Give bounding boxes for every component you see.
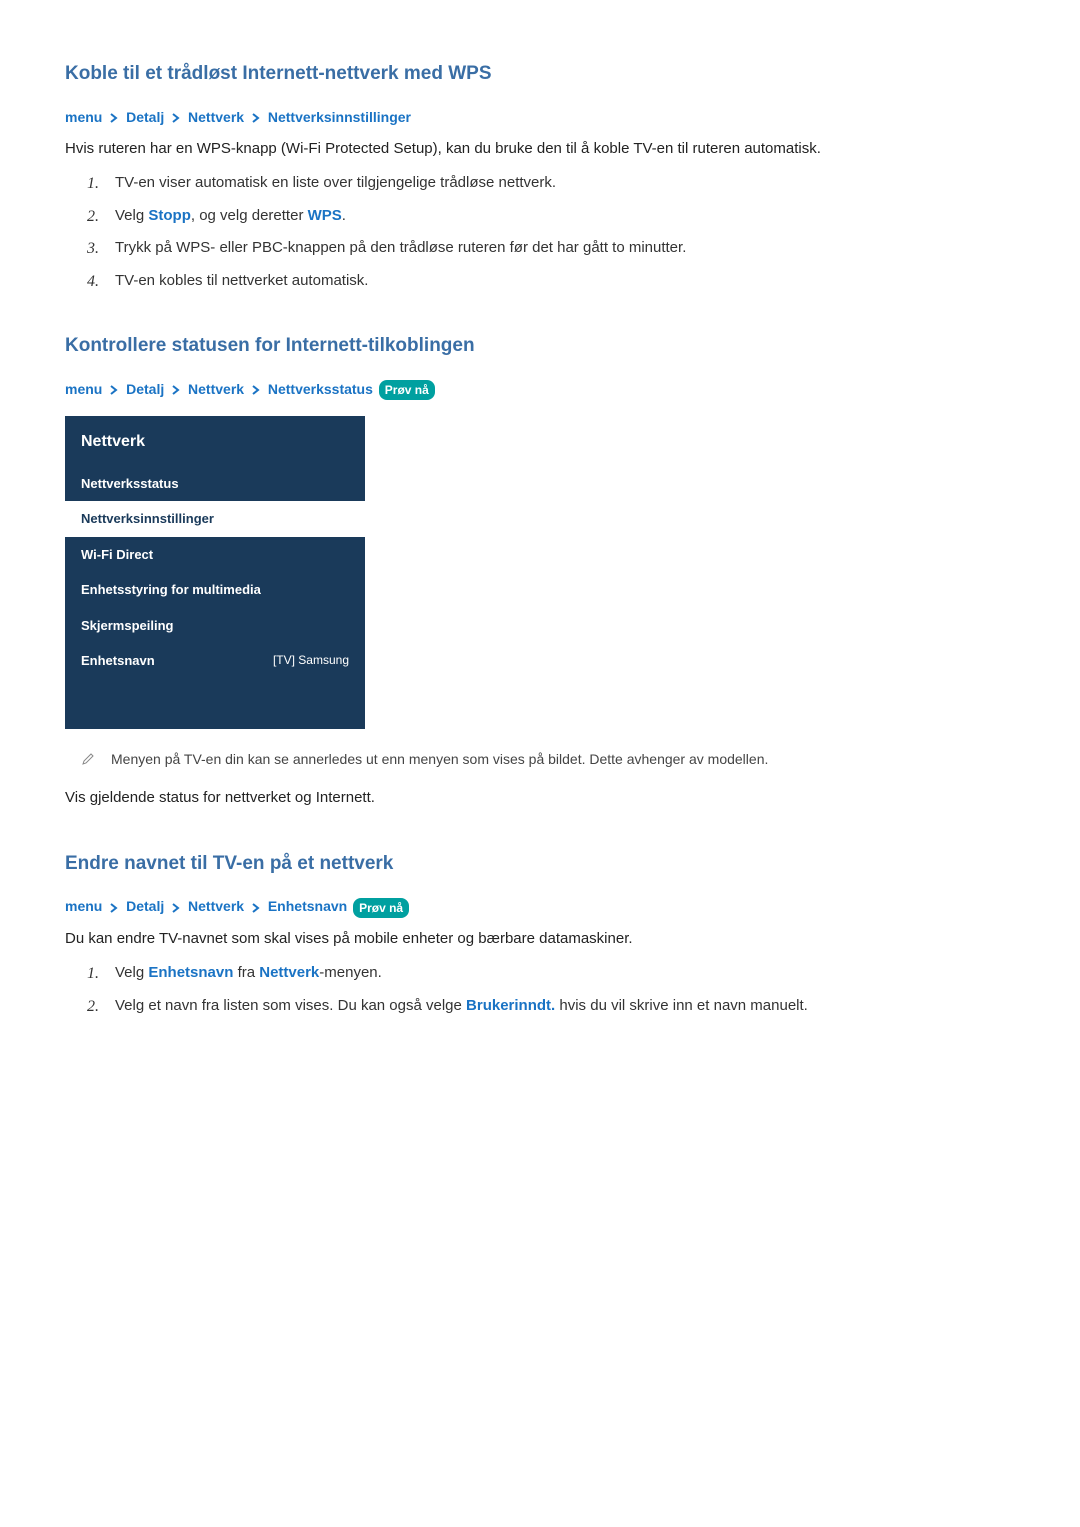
step-text: hvis du vil skrive inn et navn manuelt.	[555, 997, 808, 1014]
section-status: Kontrollere statusen for Internett-tilko…	[65, 332, 1015, 810]
list-item: 2. Velg Stopp, og velg deretter WPS.	[95, 205, 1015, 228]
chevron-right-icon	[109, 113, 119, 123]
step-text: fra	[233, 964, 259, 981]
chevron-right-icon	[251, 903, 261, 913]
chevron-right-icon	[109, 903, 119, 913]
intro-text: Du kan endre TV-navnet som skal vises på…	[65, 928, 1015, 951]
list-item: 1. TV-en viser automatisk en liste over …	[95, 172, 1015, 195]
breadcrumb-item[interactable]: Detalj	[126, 109, 164, 125]
step-number: 1.	[87, 172, 99, 196]
chevron-right-icon	[171, 903, 181, 913]
breadcrumb-item[interactable]: menu	[65, 109, 102, 125]
body-text: Vis gjeldende status for nettverket og I…	[65, 787, 1015, 810]
step-text: TV-en viser automatisk en liste over til…	[115, 174, 556, 191]
menu-title: Nettverk	[65, 416, 365, 466]
step-number: 2.	[87, 995, 99, 1019]
step-text: Trykk på WPS- eller PBC-knappen på den t…	[115, 239, 686, 256]
list-item: 4. TV-en kobles til nettverket automatis…	[95, 270, 1015, 293]
step-text: Velg	[115, 207, 148, 224]
breadcrumb-item[interactable]: Nettverk	[188, 898, 244, 914]
try-now-badge[interactable]: Prøv nå	[379, 380, 435, 400]
breadcrumb-item[interactable]: Detalj	[126, 898, 164, 914]
wps-link[interactable]: WPS	[308, 207, 342, 224]
breadcrumb-item[interactable]: Enhetsnavn	[268, 898, 347, 914]
menu-item-wifi-direct[interactable]: Wi-Fi Direct	[65, 537, 365, 573]
section-wps: Koble til et trådløst Internett-nettverk…	[65, 60, 1015, 292]
step-text: TV-en kobles til nettverket automatisk.	[115, 272, 368, 289]
pencil-icon	[81, 751, 95, 774]
list-item: 3. Trykk på WPS- eller PBC-knappen på de…	[95, 237, 1015, 260]
intro-text: Hvis ruteren har en WPS-knapp (Wi-Fi Pro…	[65, 138, 1015, 161]
step-number: 2.	[87, 205, 99, 229]
breadcrumb-item[interactable]: Nettverk	[188, 381, 244, 397]
breadcrumb: menu Detalj Nettverk Nettverksinnstillin…	[65, 107, 1015, 128]
step-text: .	[342, 207, 346, 224]
step-number: 4.	[87, 270, 99, 294]
breadcrumb-item[interactable]: Detalj	[126, 381, 164, 397]
breadcrumb-item[interactable]: Nettverksstatus	[268, 381, 373, 397]
step-number: 3.	[87, 237, 99, 261]
chevron-right-icon	[171, 385, 181, 395]
tv-menu-screenshot: Nettverk Nettverksstatus Nettverksinnsti…	[65, 416, 365, 729]
step-text: -menyen.	[319, 964, 382, 981]
breadcrumb-item[interactable]: Nettverksinnstillinger	[268, 109, 411, 125]
section-heading: Endre navnet til TV-en på et nettverk	[65, 850, 1015, 879]
step-text: , og velg deretter	[191, 207, 308, 224]
step-number: 1.	[87, 962, 99, 986]
menu-item-network-settings[interactable]: Nettverksinnstillinger	[65, 501, 365, 537]
menu-item-screen-mirroring[interactable]: Skjermspeiling	[65, 608, 365, 644]
breadcrumb-item[interactable]: menu	[65, 898, 102, 914]
menu-item-network-status[interactable]: Nettverksstatus	[65, 466, 365, 502]
list-item: 1. Velg Enhetsnavn fra Nettverk-menyen.	[95, 962, 1015, 985]
section-rename: Endre navnet til TV-en på et nettverk me…	[65, 850, 1015, 1017]
steps-list: 1. Velg Enhetsnavn fra Nettverk-menyen. …	[65, 962, 1015, 1017]
stop-link[interactable]: Stopp	[148, 207, 191, 224]
chevron-right-icon	[251, 385, 261, 395]
menu-item-device-name[interactable]: Enhetsnavn [TV] Samsung	[65, 643, 365, 679]
section-heading: Kontrollere statusen for Internett-tilko…	[65, 332, 1015, 361]
user-input-link[interactable]: Brukerinndt.	[466, 997, 555, 1014]
step-text: Velg	[115, 964, 148, 981]
menu-item-value: [TV] Samsung	[273, 651, 349, 669]
breadcrumb-item[interactable]: Nettverk	[188, 109, 244, 125]
breadcrumb: menu Detalj Nettverk Enhetsnavn Prøv nå	[65, 896, 1015, 917]
breadcrumb-item[interactable]: menu	[65, 381, 102, 397]
note: Menyen på TV-en din kan se annerledes ut…	[65, 749, 1015, 774]
step-text: Velg et navn fra listen som vises. Du ka…	[115, 997, 466, 1014]
network-link[interactable]: Nettverk	[259, 964, 319, 981]
menu-item-multimedia[interactable]: Enhetsstyring for multimedia	[65, 572, 365, 608]
list-item: 2. Velg et navn fra listen som vises. Du…	[95, 995, 1015, 1018]
try-now-badge[interactable]: Prøv nå	[353, 898, 409, 918]
steps-list: 1. TV-en viser automatisk en liste over …	[65, 172, 1015, 292]
menu-item-label: Enhetsnavn	[81, 653, 155, 668]
chevron-right-icon	[109, 385, 119, 395]
section-heading: Koble til et trådløst Internett-nettverk…	[65, 60, 1015, 89]
chevron-right-icon	[171, 113, 181, 123]
device-name-link[interactable]: Enhetsnavn	[148, 964, 233, 981]
note-text: Menyen på TV-en din kan se annerledes ut…	[111, 749, 768, 770]
chevron-right-icon	[251, 113, 261, 123]
breadcrumb: menu Detalj Nettverk Nettverksstatus Prø…	[65, 379, 1015, 400]
